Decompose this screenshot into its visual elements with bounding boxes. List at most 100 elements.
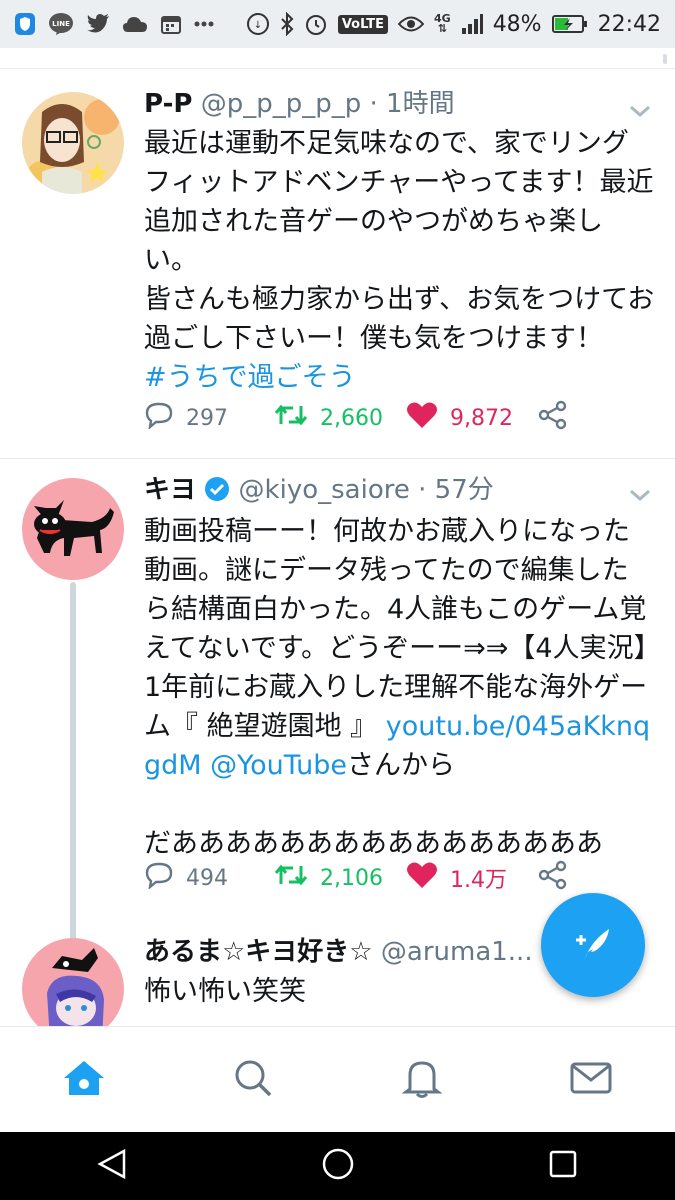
share-icon	[538, 860, 568, 896]
verified-badge-icon	[204, 476, 230, 508]
notifications-icon	[401, 1057, 443, 1103]
battery-charging-icon	[551, 14, 588, 34]
back-button[interactable]	[83, 1136, 143, 1196]
avatar[interactable]	[22, 92, 124, 194]
status-right: ↓ VoLTE 4G ⇅ 48% 22:42	[246, 12, 661, 37]
calendar-icon	[160, 13, 182, 35]
back-icon	[96, 1147, 130, 1185]
search-icon	[233, 1058, 273, 1102]
tweet-content: キヨ @kiyo_saiore · 57分 動画投稿ーー！何故かお蔵入りになった…	[144, 472, 655, 863]
share-button[interactable]	[538, 400, 568, 436]
chevron-down-icon[interactable]	[627, 484, 653, 506]
data-saver-icon: ↓	[246, 12, 270, 36]
volte-badge: VoLTE	[337, 14, 388, 34]
tweet-text: 動画投稿ーー！何故かお蔵入りになった動画。謎にデータ残ってたので編集したら結構面…	[144, 512, 655, 863]
tweet-content: あるま☆キヨ好き☆ @aruma1... 怖い怖い笑笑	[144, 934, 565, 1011]
avatar[interactable]	[22, 938, 124, 1026]
messages-icon	[570, 1061, 612, 1099]
reply-icon	[144, 861, 174, 895]
mention-link[interactable]: @YouTube	[210, 750, 347, 781]
compose-tweet-icon	[569, 919, 617, 971]
twitter-icon	[86, 13, 110, 35]
header-separator: ·	[409, 475, 435, 505]
timeline[interactable]: P-P @p_p_p_p_p · 1時間 最近は運動不足気味なので、家でリングフ…	[0, 68, 675, 1026]
tweet-header: キヨ @kiyo_saiore · 57分	[144, 472, 655, 508]
share-icon	[538, 400, 568, 436]
tweet-actions: 494 2,106 1.4万	[144, 858, 568, 898]
home-icon	[62, 1058, 106, 1102]
line-icon: LINE	[48, 12, 74, 36]
avatar[interactable]	[22, 478, 124, 580]
author-handle[interactable]: @aruma1...	[381, 937, 533, 967]
alarm-icon	[304, 12, 328, 36]
author-handle[interactable]: @kiyo_saiore	[239, 475, 410, 505]
like-button[interactable]: 1.4万	[406, 861, 538, 895]
tweet-text: 怖い怖い笑笑	[144, 976, 306, 1007]
tweet-body-text: 動画投稿ーー！何故かお蔵入りになった動画。謎にデータ残ってたので編集したら結構面…	[144, 516, 648, 742]
battery-percent: 48%	[492, 11, 542, 37]
tab-messages[interactable]	[551, 1040, 631, 1120]
cloud-icon	[122, 14, 148, 34]
tab-home[interactable]	[44, 1040, 124, 1120]
retweet-button[interactable]: 2,660	[274, 402, 406, 434]
network-4g-icon: 4G ⇅	[434, 13, 451, 35]
hashtag-link[interactable]: #うちで過ごそう	[144, 362, 356, 393]
retweet-icon	[274, 862, 308, 894]
tweet[interactable]: P-P @p_p_p_p_p · 1時間 最近は運動不足気味なので、家でリングフ…	[0, 68, 675, 459]
reply-count: 297	[186, 405, 228, 431]
retweet-count: 2,106	[320, 865, 383, 891]
author-handle[interactable]: @p_p_p_p_p	[201, 89, 362, 119]
status-left: LINE	[14, 12, 214, 36]
shield-icon	[14, 12, 36, 36]
chevron-down-icon[interactable]	[627, 100, 653, 122]
author-name[interactable]: キヨ	[144, 475, 196, 505]
like-count: 1.4万	[450, 868, 507, 893]
reply-icon	[144, 401, 174, 435]
heart-icon	[406, 861, 438, 895]
heart-icon	[406, 401, 438, 435]
more-icon	[194, 20, 214, 28]
like-count: 9,872	[450, 405, 513, 431]
compose-tweet-button[interactable]	[541, 893, 645, 997]
tab-search[interactable]	[213, 1040, 293, 1120]
reply-count: 494	[186, 865, 228, 891]
tweet-time[interactable]: 1時間	[386, 89, 455, 119]
author-name[interactable]: あるま☆キヨ好き☆	[144, 937, 373, 967]
tweet-content: P-P @p_p_p_p_p · 1時間 最近は運動不足気味なので、家でリングフ…	[144, 86, 655, 397]
eye-icon	[398, 15, 424, 33]
scrollbar[interactable]	[663, 54, 667, 64]
tweet-header: P-P @p_p_p_p_p · 1時間	[144, 86, 655, 122]
tweet[interactable]: キヨ @kiyo_saiore · 57分 動画投稿ーー！何故かお蔵入りになった…	[0, 458, 675, 994]
system-navigation-bar	[0, 1132, 675, 1200]
recents-button[interactable]	[533, 1136, 593, 1196]
clock: 22:42	[597, 11, 661, 37]
bottom-tab-bar	[0, 1026, 675, 1133]
tweet-actions: 297 2,660 9,872	[144, 398, 568, 438]
tweet-body-text: 最近は運動不足気味なので、家でリングフィットアドベンチャーやってます！最近追加さ…	[144, 128, 655, 354]
header-separator: ·	[361, 89, 387, 119]
reply-button[interactable]: 494	[144, 861, 274, 895]
svg-text:LINE: LINE	[52, 20, 70, 28]
retweet-button[interactable]: 2,106	[274, 862, 406, 894]
status-bar: LINE ↓ VoLTE 4G ⇅ 48% 22:42	[0, 0, 675, 48]
retweet-icon	[274, 402, 308, 434]
tweet-text: 最近は運動不足気味なので、家でリングフィットアドベンチャーやってます！最近追加さ…	[144, 124, 655, 397]
timeline-top-divider	[0, 48, 675, 69]
home-circle-icon	[321, 1147, 355, 1185]
tweet-time[interactable]: 57分	[435, 475, 494, 505]
tweet-header: あるま☆キヨ好き☆ @aruma1...	[144, 934, 565, 970]
retweet-count: 2,660	[320, 405, 383, 431]
like-button[interactable]: 9,872	[406, 401, 538, 435]
tweet-body-tail: だああああああああああああああああ	[144, 828, 603, 859]
author-name[interactable]: P-P	[144, 89, 192, 119]
reply-button[interactable]: 297	[144, 401, 274, 435]
share-button[interactable]	[538, 860, 568, 896]
svg-text:↓: ↓	[254, 20, 262, 31]
tab-notifications[interactable]	[382, 1040, 462, 1120]
network-arrows: ⇅	[437, 22, 447, 35]
tweet-body-suffix: さんから	[346, 750, 455, 781]
home-system-button[interactable]	[308, 1136, 368, 1196]
signal-icon	[461, 13, 483, 35]
recents-icon	[548, 1149, 578, 1183]
bluetooth-icon	[280, 12, 294, 36]
